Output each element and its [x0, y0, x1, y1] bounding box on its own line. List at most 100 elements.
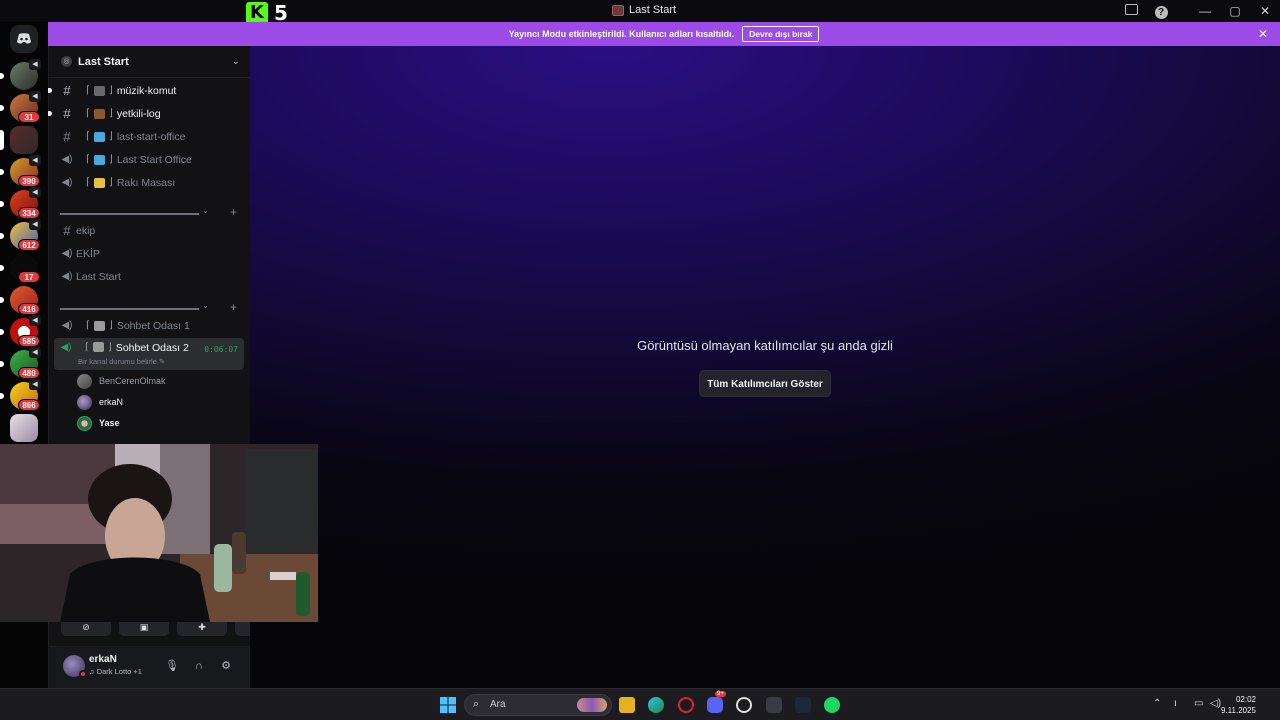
discord-home-button[interactable]: [10, 25, 38, 53]
server-icon[interactable]: [10, 414, 38, 442]
chevron-down-icon: ⌄: [202, 206, 209, 215]
add-channel-icon[interactable]: +: [230, 300, 237, 314]
server-icon[interactable]: ◀ 612: [0, 219, 41, 251]
minimize-button[interactable]: —: [1190, 4, 1220, 18]
channel-muzik-komut[interactable]: # ⌈ ⌋ müzik-komut: [48, 80, 245, 101]
spotify-icon[interactable]: [824, 697, 840, 713]
guild-icon: ◎: [61, 56, 72, 67]
user-activity: ♫ Dark Lotto +1: [89, 667, 142, 676]
chevron-down-icon: ⌄: [202, 301, 209, 310]
speaker-icon: ◀: [29, 347, 41, 358]
channel-last-start-office[interactable]: # ⌈ ⌋ last-start-office: [55, 126, 245, 147]
microphone-icon: 🎙︎: [165, 660, 179, 672]
settings-button[interactable]: ⚙: [219, 659, 233, 673]
voice-user[interactable]: BenCerenOlmak: [77, 371, 166, 391]
voice-channel-last-start[interactable]: ◀) Last Start: [55, 266, 245, 287]
close-button[interactable]: ✕: [1250, 4, 1280, 18]
chevron-up-icon[interactable]: ⌃: [1153, 698, 1161, 709]
server-icon[interactable]: ◀ 866: [0, 379, 41, 411]
server-icon[interactable]: ◀ 585: [0, 315, 41, 347]
avatar: [77, 373, 92, 389]
mention-badge: 390: [18, 175, 40, 187]
channel-name: yetkili-log: [116, 107, 161, 120]
add-channel-icon[interactable]: +: [230, 205, 237, 219]
voice-user[interactable]: erkaN: [77, 392, 123, 412]
speaker-icon: ◀): [61, 248, 73, 259]
category-header[interactable]: ⌄ +: [59, 300, 245, 314]
mention-badge: 480: [18, 367, 40, 379]
mention-badge: 416: [18, 303, 40, 315]
voice-channel-raki-masasi[interactable]: ◀) ⌈ ⌋ Rakı Masası: [55, 172, 245, 193]
voice-user[interactable]: Yase: [77, 413, 120, 433]
category-name-redacted: [60, 213, 199, 215]
help-icon: ?: [1154, 5, 1168, 19]
maximize-button[interactable]: ▢: [1220, 4, 1250, 18]
screen-share-icon: ▣: [139, 622, 149, 632]
search-placeholder: Ara: [490, 699, 506, 710]
server-icon[interactable]: ◀ 31: [0, 91, 41, 123]
voice-channel-sohbet-odasi-2[interactable]: ◀) ⌈ ⌋ Sohbet Odası 2 0:06:07 Bir kanal d…: [54, 338, 244, 370]
server-icon-active[interactable]: [0, 126, 38, 154]
webcam-overlay: [0, 444, 318, 622]
server-icon[interactable]: 17: [0, 254, 40, 283]
opera-icon[interactable]: [678, 697, 694, 713]
banner-text: Yayıncı Modu etkinleştirildi. Kullanıcı …: [508, 29, 735, 39]
guild-header[interactable]: ◎ Last Start ⌄: [49, 46, 250, 78]
server-icon[interactable]: ◀: [0, 59, 41, 90]
discord-icon: [17, 33, 31, 44]
beer-icon: [93, 177, 105, 188]
disable-streamer-mode-button[interactable]: Devre dışı bırak: [742, 26, 820, 42]
deafen-button[interactable]: ∩: [192, 659, 206, 673]
show-all-participants-button[interactable]: Tüm Katılımcıları Göster: [699, 370, 831, 397]
server-icon[interactable]: 416: [0, 286, 40, 315]
camera-off-button[interactable]: ⊘: [61, 620, 111, 636]
server-icon[interactable]: ◀ 334: [0, 187, 41, 219]
channel-yetkili-log[interactable]: # ⌈ ⌋ yetkili-log: [48, 103, 245, 124]
steam-icon[interactable]: [795, 697, 811, 713]
server-avatar: [10, 414, 38, 442]
channel-ekip[interactable]: # ekip: [55, 220, 245, 241]
webcam-image: [0, 444, 318, 622]
mention-badge: 585: [18, 335, 40, 347]
app-icon[interactable]: [736, 697, 752, 713]
camera-off-icon: ⊘: [82, 622, 90, 632]
avatar[interactable]: [63, 655, 87, 678]
search-highlight-image: [577, 698, 607, 712]
app-icon[interactable]: [766, 697, 782, 713]
taskbar-search[interactable]: ⌕ Ara: [464, 694, 612, 716]
mute-button[interactable]: 🎙︎: [165, 659, 179, 673]
server-unread-pip: [0, 265, 4, 271]
channel-status-prompt[interactable]: Bir kanal durumu belirle ✎: [78, 357, 165, 366]
help-button[interactable]: ?: [1146, 4, 1176, 19]
voice-channel-sohbet-odasi-1[interactable]: ◀) ⌈ ⌋ Sohbet Odası 1: [55, 315, 245, 336]
chevron-down-icon: ⌄: [231, 56, 240, 67]
category-header[interactable]: ⌄ +: [59, 205, 245, 219]
inbox-button[interactable]: [1116, 4, 1146, 18]
speaker-icon: ◀): [60, 342, 72, 353]
server-icon[interactable]: ◀ 390: [0, 155, 41, 187]
microphone-icon[interactable]: ı: [1174, 698, 1177, 709]
gear-icon: ⚙: [221, 660, 231, 672]
activities-button[interactable]: ✚: [177, 620, 227, 636]
mention-badge: 334: [18, 207, 40, 219]
close-banner-icon[interactable]: ✕: [1258, 27, 1268, 41]
voice-channel-last-start-office[interactable]: ◀) ⌈ ⌋ Last Start Office: [55, 149, 245, 170]
edge-icon[interactable]: [648, 697, 664, 713]
system-clock[interactable]: 02:02 9.11.2025: [1221, 694, 1256, 716]
window-controls: ? — ▢ ✕: [1116, 0, 1280, 22]
gem-icon: [93, 154, 105, 165]
mention-badge: 17: [18, 271, 40, 283]
headphones-icon: ∩: [195, 660, 203, 672]
server-icon[interactable]: ◀ 480: [0, 347, 41, 379]
file-explorer-icon[interactable]: [619, 697, 635, 713]
search-icon: ⌕: [473, 698, 480, 710]
voice-channel-ekip[interactable]: ◀) EKİP: [55, 243, 245, 264]
volume-icon[interactable]: ◁): [1210, 698, 1221, 709]
display-icon[interactable]: ▭: [1194, 698, 1203, 709]
text-channel-icon: #: [63, 83, 71, 98]
start-button[interactable]: [440, 697, 456, 713]
screen-share-button[interactable]: ▣: [119, 620, 169, 636]
window-title: Last Start: [612, 4, 676, 16]
discord-taskbar-icon[interactable]: 9+: [707, 691, 726, 713]
channel-name: Last Start Office: [116, 153, 192, 166]
